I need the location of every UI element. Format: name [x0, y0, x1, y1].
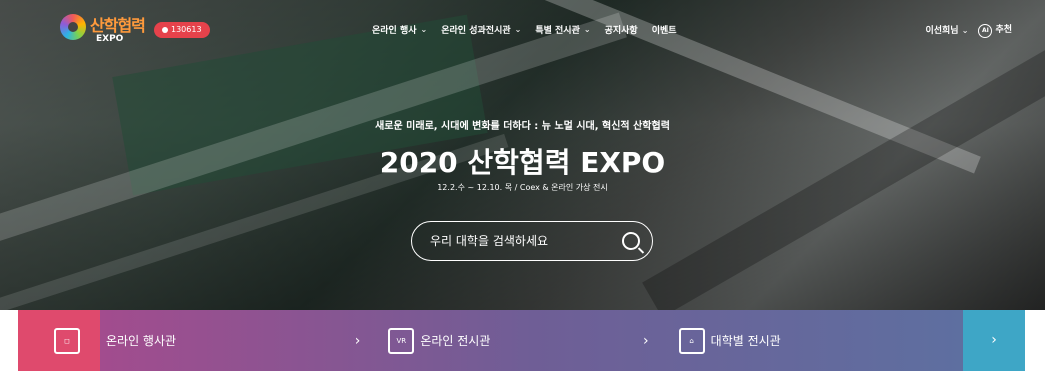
tile-label: 온라인 행사관 [106, 334, 177, 348]
gift-icon: ◻ [54, 327, 80, 354]
search-input[interactable]: 우리 대학을 검색하세요 [430, 232, 548, 249]
user-menu[interactable]: 이선희님 ⌄ [925, 23, 968, 36]
menu-label: 특별 전시관 [535, 26, 580, 36]
vr-headset-icon: VR [388, 327, 415, 354]
menu-event[interactable]: 이벤트 [652, 23, 677, 36]
tile-online-event-hall[interactable]: ◻ 온라인 행사관 › [54, 310, 384, 371]
visitor-count-badge: 130613 [154, 22, 210, 38]
site-logo[interactable]: 산학협력 EXPO [60, 12, 150, 46]
menu-label: 온라인 성과전시관 [441, 26, 511, 36]
chevron-right-icon: › [991, 332, 997, 348]
quick-links-bar: ◻ 온라인 행사관 › VR 온라인 전시관 › ⌂ 대학별 전시관 › [18, 310, 1025, 371]
search-icon[interactable] [622, 232, 640, 250]
user-name: 이선희님 [925, 26, 959, 37]
menu-special-exhibition[interactable]: 특별 전시관 ⌄ [535, 23, 590, 36]
logo-subtext: EXPO [96, 34, 124, 44]
menu-online-exhibition[interactable]: 온라인 성과전시관 ⌄ [441, 23, 521, 36]
tile-university-exhibition-hall[interactable]: ⌂ 대학별 전시관 [673, 310, 963, 371]
quick-links-tiles: ◻ 온라인 행사관 › VR 온라인 전시관 › ⌂ 대학별 전시관 [54, 310, 963, 371]
menu-notice[interactable]: 공지사항 [605, 23, 638, 36]
logo-text: 산학협력 [90, 16, 146, 35]
user-icon [162, 26, 168, 33]
chevron-right-icon: › [643, 332, 649, 349]
tile-label: 대학별 전시관 [710, 334, 781, 348]
hero-date: 12.2.수 ~ 12.10. 목 / Coex & 온라인 가상 전시 [437, 183, 608, 192]
hero-banner: 산학협력 EXPO 130613 온라인 행사 ⌄ 온라인 성과전시관 ⌄ 특별 전… [0, 0, 1045, 310]
menu-label: 공지사항 [604, 26, 638, 36]
hero-title: 2020 산학협력 EXPO [379, 146, 666, 179]
logo-burst-icon [60, 14, 86, 40]
tile-label: 온라인 전시관 [420, 334, 491, 348]
chevron-down-icon: ⌄ [420, 25, 428, 34]
menu-online-event[interactable]: 온라인 행사 ⌄ [372, 23, 427, 36]
ai-icon: AI [978, 23, 993, 38]
chevron-down-icon: ⌄ [961, 26, 969, 36]
hero-subtitle: 새로운 미래로, 시대에 변화를 더하다 : 뉴 노멀 시대, 혁신적 산학협력 [375, 121, 670, 132]
top-navigation: 산학협력 EXPO 130613 온라인 행사 ⌄ 온라인 성과전시관 ⌄ 특별 전… [0, 0, 1045, 58]
chevron-down-icon: ⌄ [514, 25, 522, 34]
chevron-right-icon: › [354, 332, 361, 349]
university-building-icon: ⌂ [678, 327, 705, 354]
main-menu: 온라인 행사 ⌄ 온라인 성과전시관 ⌄ 특별 전시관 ⌄ 공지사항 이벤트 [372, 23, 677, 36]
ai-recommend-button[interactable]: AI 추천 [978, 22, 1012, 38]
quick-links-next[interactable]: › [963, 310, 1025, 371]
visitor-count: 130613 [171, 25, 202, 34]
tile-online-exhibition-hall[interactable]: VR 온라인 전시관 › [384, 310, 672, 371]
user-area: 이선희님 ⌄ AI 추천 [925, 22, 1012, 38]
ai-label: 추천 [995, 25, 1012, 35]
university-search[interactable]: 우리 대학을 검색하세요 [411, 221, 653, 261]
menu-label: 온라인 행사 [372, 26, 417, 36]
menu-label: 이벤트 [651, 26, 677, 36]
chevron-down-icon: ⌄ [583, 25, 591, 34]
